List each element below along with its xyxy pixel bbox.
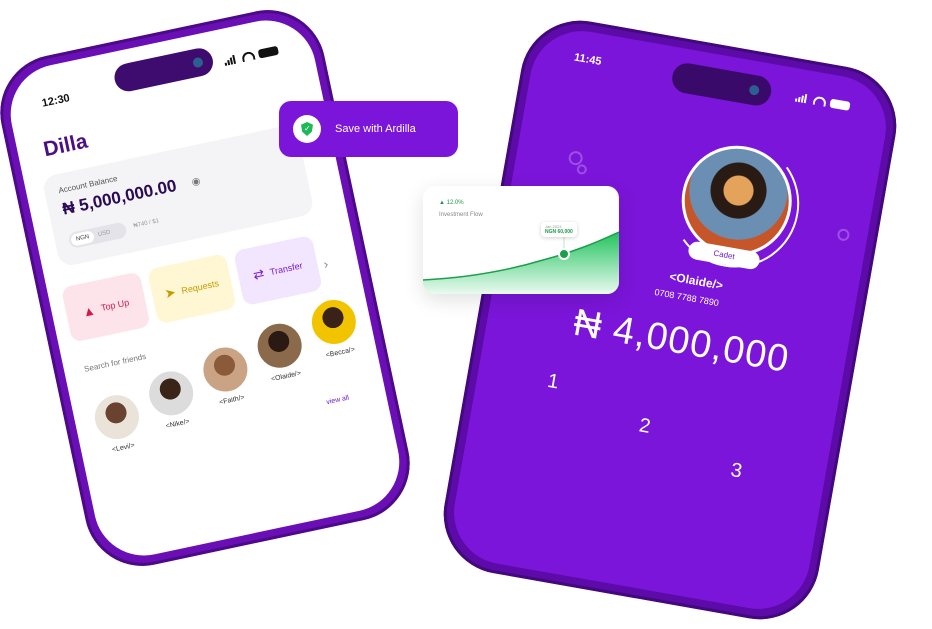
signal-icon xyxy=(223,54,239,66)
currency-ngn[interactable]: NGN xyxy=(70,230,96,247)
save-label: Save with Ardilla xyxy=(335,123,416,135)
status-icons xyxy=(223,45,280,66)
exchange-rate: ₦740 / $1 xyxy=(133,218,160,230)
friend-item[interactable]: <Olaide/> xyxy=(248,318,315,385)
avatar xyxy=(90,391,144,444)
user-handle: <Olaide/> xyxy=(668,269,725,293)
avatar xyxy=(253,319,306,372)
shield-icon-wrap: ✓ xyxy=(293,115,321,143)
shield-icon: ✓ xyxy=(301,122,313,136)
status-time: 11:45 xyxy=(573,51,603,69)
app-title: Dilla xyxy=(41,129,90,162)
top-up-button[interactable]: ▲ Top Up xyxy=(60,271,151,343)
requests-icon: ➤ xyxy=(163,284,178,302)
left-phone: 12:30 Dilla Account Balance ₦ 5,000,000.… xyxy=(0,0,421,577)
chevron-right-icon[interactable]: › xyxy=(322,256,329,272)
keypad-key[interactable]: 3 xyxy=(729,459,744,484)
transfer-icon: ⇄ xyxy=(251,265,266,283)
requests-label: Requests xyxy=(180,278,220,296)
signal-icon xyxy=(794,92,810,104)
top-up-icon: ▲ xyxy=(81,301,97,320)
save-with-ardilla-card[interactable]: ✓ Save with Ardilla xyxy=(279,101,458,157)
view-all-link[interactable]: view all xyxy=(326,395,350,407)
friend-item[interactable]: <Faith/> xyxy=(193,342,260,409)
bubble-decoration xyxy=(836,227,851,242)
friend-name: <Levi/> xyxy=(111,442,136,454)
battery-icon xyxy=(257,45,280,59)
curve-point xyxy=(558,248,570,260)
transfer-button[interactable]: ⇄ Transfer xyxy=(232,234,323,307)
amount-display: ₦ 4,000,000 xyxy=(570,301,793,381)
keypad-key[interactable]: 1 xyxy=(546,370,561,395)
friend-name: <Olaide/> xyxy=(270,369,302,384)
dynamic-island xyxy=(111,45,216,94)
investment-tooltip: Jan 2023 NGN 60,000 xyxy=(541,222,577,237)
eye-icon[interactable]: ◉ xyxy=(191,176,202,189)
tooltip-value: NGN 60,000 xyxy=(545,229,573,235)
friend-item[interactable]: <Becca/> xyxy=(302,295,369,362)
friend-item[interactable]: <Levi/> xyxy=(85,390,152,457)
curve-area xyxy=(423,232,619,294)
camera-icon xyxy=(748,84,760,96)
wifi-icon xyxy=(812,95,827,107)
status-time: 12:30 xyxy=(40,92,71,110)
battery-icon xyxy=(829,98,851,111)
right-phone: 11:45 Cadet <Olaide/> 0708 7788 7890 ₦ 4… xyxy=(434,11,906,629)
top-up-label: Top Up xyxy=(100,297,131,313)
bubble-decoration xyxy=(576,163,588,176)
avatar xyxy=(199,343,252,396)
requests-button[interactable]: ➤ Requests xyxy=(146,253,237,325)
left-phone-screen: 12:30 Dilla Account Balance ₦ 5,000,000.… xyxy=(1,11,409,565)
investment-curve xyxy=(423,231,619,294)
currency-usd[interactable]: USD xyxy=(93,226,116,242)
transfer-label: Transfer xyxy=(268,260,304,278)
camera-icon xyxy=(192,56,204,69)
currency-toggle[interactable]: NGN USD xyxy=(67,221,128,250)
search-friends-label: Search for friends xyxy=(83,351,147,374)
avatar xyxy=(307,295,360,349)
wifi-icon xyxy=(241,50,256,63)
keypad-key[interactable]: 2 xyxy=(637,414,652,439)
dynamic-island xyxy=(669,60,774,108)
investment-flow-card: ▲ 12.0% Investment Flow Jan 2023 NGN 60,… xyxy=(423,186,619,294)
friend-item[interactable]: <Nike/> xyxy=(139,366,206,433)
friend-name: <Faith/> xyxy=(218,394,246,407)
status-icons xyxy=(794,92,851,111)
friend-name: <Nike/> xyxy=(165,418,191,431)
friend-name: <Becca/> xyxy=(325,346,356,360)
avatar xyxy=(145,367,198,420)
